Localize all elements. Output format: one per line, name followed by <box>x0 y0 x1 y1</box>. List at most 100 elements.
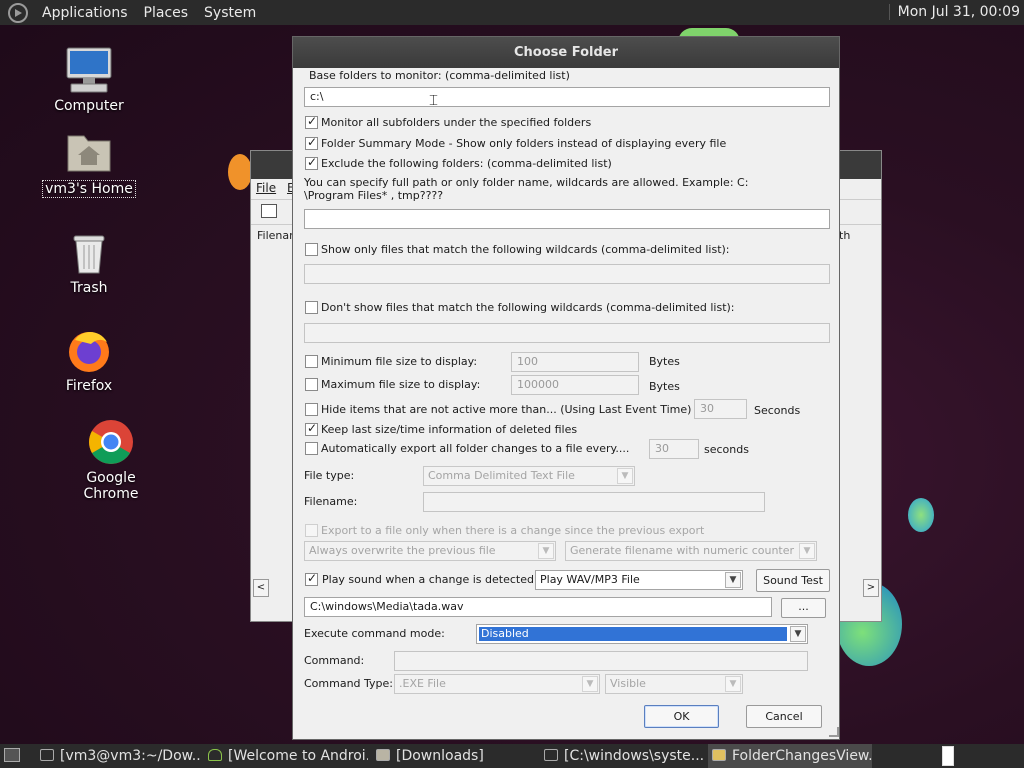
folder-icon <box>376 749 390 761</box>
keep-deleted-checkbox[interactable] <box>305 421 318 436</box>
taskbar-item-label: [vm3@vm3:~/Dow... <box>60 748 200 764</box>
dont-show-wildcards-input[interactable] <box>304 323 830 343</box>
show-only-wildcards-label: Show only files that match the following… <box>321 243 730 256</box>
ok-button[interactable]: OK <box>644 705 719 728</box>
auto-export-label: Automatically export all folder changes … <box>321 442 630 455</box>
scroll-right-button[interactable]: > <box>863 579 879 597</box>
min-size-input[interactable]: 100 <box>511 352 639 372</box>
menu-applications[interactable]: Applications <box>34 5 136 21</box>
keep-deleted-label: Keep last size/time information of delet… <box>321 423 578 436</box>
sound-type-value: Play WAV/MP3 File <box>540 573 640 586</box>
exclude-help-text: \Program Files* , tmp???? <box>304 189 444 202</box>
exec-mode-value: Disabled <box>479 627 787 641</box>
desktop-icon-label: Computer <box>54 98 124 114</box>
auto-export-checkbox[interactable] <box>305 442 318 455</box>
desktop-icon-computer[interactable]: Computer <box>34 46 144 114</box>
window-mode-value: Visible <box>610 677 646 690</box>
desktop-icon-firefox[interactable]: Firefox <box>34 326 144 394</box>
filename-label: Filename: <box>304 495 358 508</box>
auto-export-interval-input[interactable]: 30 <box>649 439 699 459</box>
computer-icon <box>65 46 113 94</box>
sound-file-input[interactable]: C:\windows\Media\tada.wav <box>304 597 772 617</box>
column-header-partial[interactable]: th <box>839 229 850 242</box>
desktop-icon-home[interactable]: vm3's Home <box>34 128 144 198</box>
chevron-down-icon: ▼ <box>725 676 741 692</box>
browse-sound-file-button[interactable]: ... <box>781 598 826 618</box>
command-input[interactable] <box>394 651 808 671</box>
command-label: Command: <box>304 654 365 667</box>
max-size-checkbox[interactable] <box>305 378 318 391</box>
hide-inactive-unit: Seconds <box>754 404 801 417</box>
exec-mode-dropdown[interactable]: Disabled ▼ <box>476 624 808 644</box>
window-mode-dropdown[interactable]: Visible ▼ <box>605 674 743 694</box>
command-type-dropdown[interactable]: .EXE File ▼ <box>394 674 600 694</box>
sound-type-dropdown[interactable]: Play WAV/MP3 File ▼ <box>535 570 743 590</box>
command-type-value: .EXE File <box>399 677 446 690</box>
show-only-wildcards-checkbox[interactable] <box>305 243 318 256</box>
play-sound-checkbox[interactable] <box>305 571 318 586</box>
play-sound-label: Play sound when a change is detected: <box>322 573 538 586</box>
desktop-icon-label: Trash <box>70 280 108 296</box>
menu-system[interactable]: System <box>196 5 264 21</box>
android-icon <box>208 749 222 761</box>
max-size-unit: Bytes <box>649 380 680 393</box>
exclude-help-text: You can specify full path or only folder… <box>304 176 749 189</box>
export-only-change-label: Export to a file only when there is a ch… <box>321 524 705 537</box>
chevron-down-icon: ▼ <box>725 572 741 588</box>
chevron-down-icon: ▼ <box>799 543 815 559</box>
dont-show-wildcards-label: Don't show files that match the followin… <box>321 301 735 314</box>
chevron-down-icon: ▼ <box>538 543 554 559</box>
menu-file[interactable]: File <box>256 181 276 195</box>
text-cursor-icon: ⌶ <box>429 91 439 109</box>
min-size-checkbox[interactable] <box>305 355 318 368</box>
taskbar-item-android[interactable]: [Welcome to Androi... <box>204 744 368 768</box>
desktop-icon-trash[interactable]: Trash <box>34 228 144 296</box>
distro-logo-icon[interactable] <box>8 2 28 23</box>
taskbar-item-downloads[interactable]: [Downloads] <box>372 744 536 768</box>
desktop-icon-label: Firefox <box>65 378 113 394</box>
min-size-unit: Bytes <box>649 355 680 368</box>
desktop-icon-chrome[interactable]: Google Chrome <box>56 418 166 502</box>
hide-inactive-input[interactable]: 30 <box>694 399 747 419</box>
filename-input[interactable] <box>423 492 765 512</box>
wallpaper-blob <box>908 498 934 532</box>
show-desktop-icon[interactable] <box>4 748 20 762</box>
taskbar-item-label: [Downloads] <box>396 748 484 764</box>
max-size-input[interactable]: 100000 <box>511 375 639 395</box>
taskbar-item-terminal[interactable]: [vm3@vm3:~/Dow... <box>36 744 200 768</box>
auto-export-unit: seconds <box>704 443 749 456</box>
show-only-wildcards-input[interactable] <box>304 264 830 284</box>
exclude-folders-checkbox[interactable] <box>305 155 318 170</box>
dont-show-wildcards-checkbox[interactable] <box>305 301 318 314</box>
file-type-value: Comma Delimited Text File <box>428 469 575 482</box>
exclude-folders-input[interactable] <box>304 209 830 229</box>
cancel-button[interactable]: Cancel <box>746 705 822 728</box>
base-folders-input[interactable]: c:\ <box>304 87 830 107</box>
folder-summary-checkbox[interactable] <box>305 135 318 150</box>
taskbar-item-folderchangesview[interactable]: FolderChangesView... <box>708 744 872 768</box>
menu-places[interactable]: Places <box>136 5 197 21</box>
overwrite-mode-value: Always overwrite the previous file <box>309 544 496 557</box>
file-type-dropdown[interactable]: Comma Delimited Text File ▼ <box>423 466 635 486</box>
file-type-label: File type: <box>304 469 355 482</box>
home-folder-icon <box>65 128 113 176</box>
toolbar-properties-icon[interactable] <box>261 204 277 218</box>
resize-grip-icon[interactable] <box>829 727 839 737</box>
scroll-left-button[interactable]: < <box>253 579 269 597</box>
dialog-title[interactable]: Choose Folder <box>293 37 839 68</box>
filename-mode-dropdown[interactable]: Generate filename with numeric counter ▼ <box>565 541 817 561</box>
chevron-down-icon: ▼ <box>582 676 598 692</box>
taskbar-item-cmd[interactable]: [C:\windows\syste... <box>540 744 704 768</box>
clock[interactable]: Mon Jul 31, 00:09 <box>888 4 1020 20</box>
export-only-change-checkbox[interactable] <box>305 524 318 537</box>
folder-changes-icon <box>712 749 726 761</box>
overwrite-mode-dropdown[interactable]: Always overwrite the previous file ▼ <box>304 541 556 561</box>
trash-icon <box>65 228 113 276</box>
firefox-icon <box>65 326 113 374</box>
sound-test-button[interactable]: Sound Test <box>756 569 830 592</box>
hide-inactive-checkbox[interactable] <box>305 403 318 416</box>
filename-mode-value: Generate filename with numeric counter <box>570 544 795 557</box>
workspace-switcher[interactable] <box>942 746 954 766</box>
monitor-subfolders-checkbox[interactable] <box>305 114 318 129</box>
terminal-icon <box>40 749 54 761</box>
